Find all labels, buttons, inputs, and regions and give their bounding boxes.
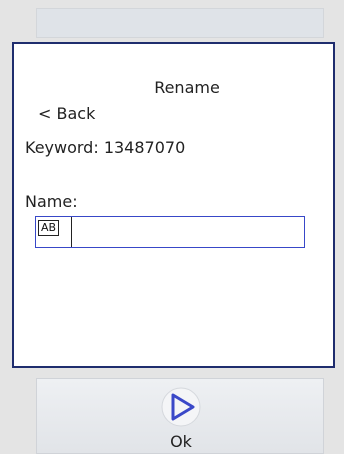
ok-button[interactable]: Ok [156,385,206,451]
ok-label: Ok [170,432,192,451]
play-triangle-icon [161,387,201,427]
keyword-text: Keyword: 13487070 [25,138,186,157]
bottom-softkey-bar: Ok [36,378,324,454]
screen: Rename < Back Keyword: 13487070 Name: AB… [0,0,344,454]
top-softkey-bar [36,8,324,38]
dialog-title: Rename [154,78,220,97]
input-mode-indicator: AB [38,220,60,236]
name-input[interactable] [74,217,302,247]
name-input-container[interactable]: AB [35,216,305,248]
text-caret [71,217,72,247]
rename-dialog: Rename < Back Keyword: 13487070 Name: AB [12,42,335,368]
back-link[interactable]: < Back [38,104,95,123]
name-label: Name: [25,192,78,211]
